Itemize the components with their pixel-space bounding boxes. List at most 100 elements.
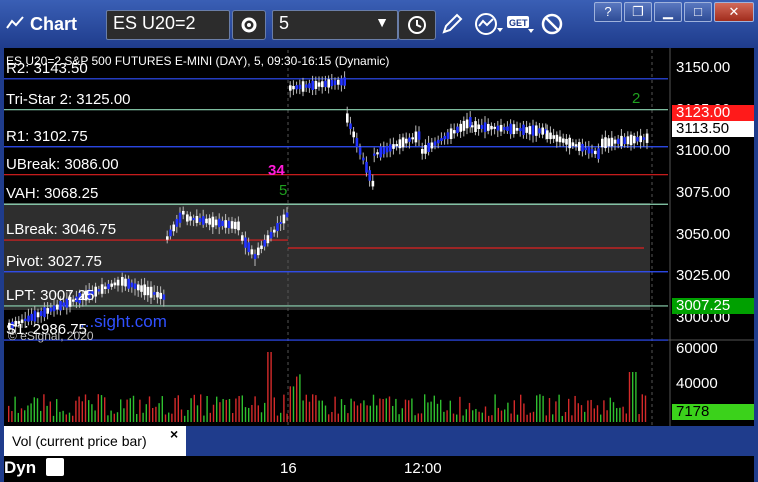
volume-bar: [443, 411, 445, 422]
volume-bar: [628, 372, 631, 422]
volume-bar: [276, 415, 279, 422]
candle: [594, 150, 597, 155]
volume-bar: [196, 405, 199, 422]
candle: [578, 142, 581, 151]
volume-remove-icon[interactable]: ×: [170, 426, 178, 442]
candle: [349, 123, 352, 129]
candle: [373, 153, 376, 156]
candle: [562, 138, 565, 143]
volume-bar: [260, 412, 263, 422]
volume-bar: [417, 413, 419, 422]
time-tick: 16: [280, 460, 297, 477]
volume-bar: [398, 414, 400, 422]
volume-bar: [132, 395, 135, 422]
candle: [124, 278, 127, 287]
volume-bar: [625, 413, 627, 422]
volume-bar: [603, 400, 605, 422]
volume-bar: [27, 405, 29, 422]
candle: [398, 139, 402, 149]
volume-bar: [484, 406, 487, 422]
candle: [198, 217, 202, 222]
volume-bar: [347, 413, 349, 422]
candle: [395, 144, 398, 147]
candle: [496, 125, 500, 131]
volume-bar: [206, 395, 208, 422]
volume-bar: [369, 405, 371, 422]
volume-bar: [507, 402, 509, 422]
volume-bar: [555, 401, 557, 422]
candle: [581, 143, 584, 152]
candle: [462, 120, 466, 131]
volume-tick: 60000: [676, 340, 718, 357]
volume-bar: [456, 414, 458, 422]
volume-bar: [308, 401, 311, 422]
volume-bar: [616, 408, 618, 422]
candle: [250, 249, 254, 255]
volume-bar: [462, 415, 464, 422]
candle: [437, 139, 440, 144]
volume-bar: [72, 415, 74, 422]
candle: [427, 142, 430, 152]
candle: [587, 146, 591, 154]
candle: [279, 221, 282, 225]
volume-bar: [193, 394, 195, 422]
candle: [405, 138, 408, 144]
volume-bar: [606, 410, 608, 422]
candle: [301, 81, 305, 92]
volume-bar: [168, 412, 170, 422]
candle: [127, 278, 130, 289]
candle: [241, 235, 244, 241]
volume-bar: [302, 400, 304, 422]
volume-bar: [529, 412, 531, 422]
volume-bar: [209, 412, 211, 422]
volume-bar: [526, 414, 528, 422]
candle: [43, 307, 46, 318]
volume-bar: [219, 402, 221, 422]
candle: [227, 220, 231, 229]
chart-canvas: [4, 48, 754, 456]
volume-bar: [62, 410, 64, 422]
candle: [340, 78, 343, 86]
volume-bar: [270, 352, 272, 422]
candle: [230, 221, 234, 229]
volume-bar: [536, 395, 538, 422]
link-icon[interactable]: [46, 458, 64, 476]
candle: [46, 308, 49, 314]
candle: [221, 220, 224, 227]
candle: [130, 282, 134, 288]
volume-bar: [427, 402, 429, 422]
volume-bar: [497, 407, 499, 422]
volume-bar: [40, 410, 42, 422]
volume-bar: [510, 413, 512, 422]
candle: [247, 242, 250, 253]
volume-bar: [78, 396, 80, 422]
volume-bar: [142, 412, 144, 422]
volume-bar: [641, 394, 643, 422]
candle: [266, 235, 270, 244]
volume-bar: [430, 401, 432, 422]
dynamic-button[interactable]: Dyn: [4, 458, 36, 478]
candle: [260, 245, 263, 249]
candle: [269, 231, 273, 239]
volume-bar: [350, 398, 352, 422]
candle: [487, 124, 490, 131]
volume-bar: [468, 402, 471, 422]
volume-bar: [289, 386, 291, 422]
volume-bar: [254, 396, 256, 422]
time-tick: 12:00: [404, 460, 442, 477]
candle: [292, 85, 295, 90]
volume-bar: [139, 399, 141, 422]
candle: [636, 137, 639, 142]
candle: [613, 139, 617, 144]
candle: [311, 80, 314, 91]
candle: [506, 126, 509, 131]
volume-bar: [273, 397, 275, 422]
candle: [382, 147, 386, 155]
candle: [289, 85, 292, 91]
price-tick: 3150.00: [676, 59, 731, 76]
volume-bar: [513, 400, 515, 422]
candle: [535, 125, 538, 136]
volume-panel-empty: [186, 426, 670, 456]
candle: [440, 138, 443, 142]
candle: [515, 127, 519, 131]
